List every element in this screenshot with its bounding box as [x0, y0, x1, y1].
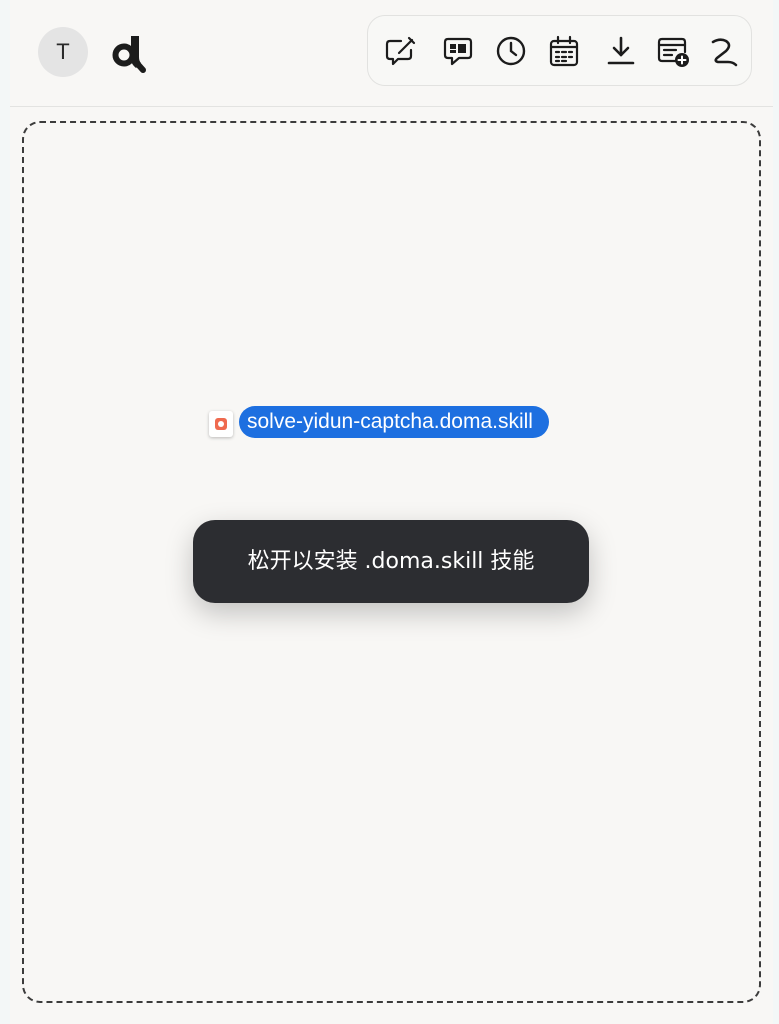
history-button[interactable] — [492, 32, 530, 70]
skill-badge-icon — [215, 418, 227, 430]
new-chat-icon — [385, 36, 416, 66]
app-window: T — [10, 0, 773, 1024]
chat-layout-icon — [443, 37, 473, 66]
calendar-icon — [549, 35, 579, 67]
header-bar: T — [10, 0, 773, 107]
path-route-icon — [711, 38, 738, 67]
user-avatar[interactable]: T — [38, 27, 88, 77]
chat-layout-button[interactable] — [439, 32, 477, 70]
add-document-button[interactable] — [654, 32, 692, 70]
doma-logo-icon[interactable] — [110, 30, 154, 74]
new-chat-button[interactable] — [381, 32, 419, 70]
drop-hint-toast: 松开以安装 .doma.skill 技能 — [193, 520, 589, 603]
skill-file-icon — [209, 411, 233, 437]
download-button[interactable] — [602, 32, 640, 70]
toolbar — [367, 15, 752, 86]
dragged-file-name: solve-yidun-captcha.doma.skill — [239, 406, 549, 438]
add-document-icon — [657, 37, 689, 67]
calendar-button[interactable] — [545, 32, 583, 70]
history-clock-icon — [496, 36, 526, 66]
route-button[interactable] — [705, 32, 743, 70]
download-icon — [607, 36, 635, 65]
